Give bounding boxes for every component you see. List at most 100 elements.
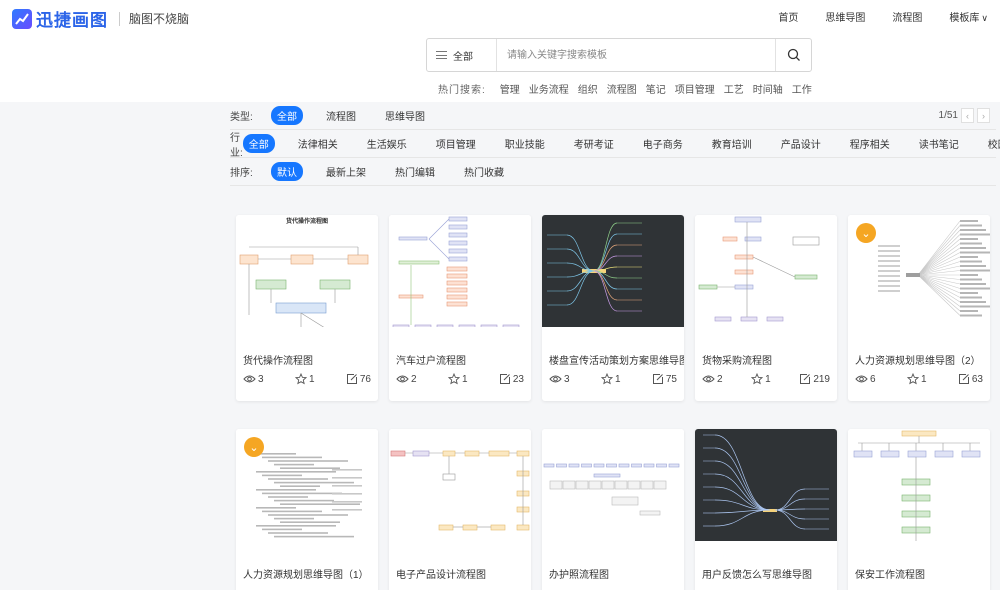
view-count-value: 6: [870, 373, 876, 385]
diagram-preview: [547, 222, 642, 312]
filter-sort-label: 排序:: [230, 168, 253, 179]
nav-home[interactable]: 首页: [778, 9, 798, 24]
diagram-preview: [543, 463, 680, 516]
template-title: 汽车过户流程图: [396, 356, 466, 367]
hot-keyword[interactable]: 项目管理: [675, 81, 715, 96]
vip-crown-icon: ⌄: [244, 437, 264, 457]
template-card[interactable]: 办护照流程图: [542, 429, 684, 590]
hot-keyword[interactable]: 管理: [500, 81, 520, 96]
hot-keyword[interactable]: 工艺: [724, 81, 744, 96]
template-card[interactable]: ⌄ 人力资源规划思维导图（2） 6 1 63: [848, 215, 990, 401]
search-icon: [787, 48, 800, 61]
view-count-value: 2: [411, 373, 417, 385]
template-thumbnail: ⌄: [236, 429, 378, 541]
hot-keyword[interactable]: 时间轴: [753, 81, 783, 96]
view-count: 3: [549, 373, 570, 385]
filter-industry-option[interactable]: 电子商务: [637, 134, 689, 153]
sort-hot-edit[interactable]: 热门编辑: [389, 162, 441, 181]
view-count-value: 2: [717, 373, 723, 385]
nav-mindmap[interactable]: 思维导图: [825, 9, 865, 24]
filter-industry-option[interactable]: 程序相关: [844, 134, 896, 153]
filter-industry-option[interactable]: 项目管理: [430, 134, 482, 153]
filter-industry-option[interactable]: 考研考证: [568, 134, 620, 153]
search-category-select[interactable]: 全部: [427, 39, 497, 71]
star-count: 1: [294, 373, 315, 385]
star-icon: [751, 373, 765, 385]
filter-type-mindmap[interactable]: 思维导图: [379, 106, 431, 125]
hot-keyword[interactable]: 工作: [792, 81, 812, 96]
eye-icon: [243, 374, 258, 384]
hot-keyword[interactable]: 流程图: [607, 81, 637, 96]
filter-industry-option[interactable]: 全部: [242, 134, 275, 153]
template-card[interactable]: 楼盘宣传活动策划方案思维导图 3 1 75: [542, 215, 684, 401]
edit-count: 219: [799, 373, 830, 385]
filter-type-label: 类型:: [230, 112, 253, 123]
sort-default[interactable]: 默认: [271, 162, 303, 181]
sort-newest[interactable]: 最新上架: [320, 162, 372, 181]
filter-industry-option[interactable]: 校园教育: [982, 134, 1000, 153]
edit-count: 63: [958, 373, 983, 385]
star-count-value: 1: [920, 373, 927, 385]
page-indicator: 1/51: [938, 110, 958, 121]
view-count-value: 3: [258, 373, 264, 385]
view-count: 2: [702, 373, 723, 385]
chevron-down-icon: ∨: [981, 13, 988, 23]
template-card[interactable]: 汽车过户流程图 2 1 23: [389, 215, 531, 401]
thumbnail-title: 货代操作流程图: [285, 219, 328, 225]
filter-industry-option[interactable]: 产品设计: [775, 134, 827, 153]
filter-industry-option[interactable]: 职业技能: [499, 134, 551, 153]
edit-icon: [652, 373, 666, 385]
next-page-button[interactable]: ›: [977, 108, 990, 123]
search-button[interactable]: [775, 39, 811, 71]
hot-keyword[interactable]: 组织: [578, 81, 598, 96]
pagination: 1/51 ‹ ›: [939, 108, 990, 123]
nav-flowchart[interactable]: 流程图: [892, 9, 922, 24]
edit-count-value: 63: [971, 373, 983, 385]
template-title: 人力资源规划思维导图（2）: [855, 356, 981, 367]
prev-page-button[interactable]: ‹: [961, 108, 974, 123]
filter-industry-label: 行业:: [230, 132, 243, 159]
template-card[interactable]: 保安工作流程图: [848, 429, 990, 590]
star-icon: [294, 373, 309, 385]
filter-industry-option[interactable]: 教育培训: [706, 134, 758, 153]
template-title: 保安工作流程图: [855, 570, 925, 581]
vip-crown-icon: ⌄: [856, 223, 876, 243]
filter-industry-row: 行业: 全部 法律相关 生活娱乐 项目管理 职业技能 考研考证 电子商务 教育培…: [230, 130, 1000, 159]
diagram-preview: [392, 216, 520, 327]
edit-icon: [499, 373, 513, 385]
template-thumbnail: [695, 429, 837, 541]
filter-type-flowchart[interactable]: 流程图: [320, 106, 362, 125]
template-stats: 3 1 75: [549, 373, 677, 385]
eye-icon: [702, 374, 717, 384]
nav-template-library[interactable]: 模板库 ∨: [949, 9, 988, 24]
template-card[interactable]: 货代操作流程图 货代操作流程图 3 1 76: [236, 215, 378, 401]
view-count: 6: [855, 373, 876, 385]
filter-industry-option[interactable]: 生活娱乐: [361, 134, 413, 153]
template-card[interactable]: 用户反馈怎么写思维导图: [695, 429, 837, 590]
diagram-preview: [703, 434, 829, 530]
edit-icon: [799, 373, 813, 385]
filter-industry-option[interactable]: 读书笔记: [913, 134, 965, 153]
edit-count-value: 76: [359, 373, 371, 385]
hot-keyword[interactable]: 业务流程: [529, 81, 569, 96]
template-stats: 2 1 219: [702, 373, 830, 385]
filter-panel: 类型: 全部 流程图 思维导图 行业: 全部 法律相关 生活娱乐 项目管理 职业…: [230, 102, 1000, 186]
hot-search-label: 热门搜索:: [438, 85, 486, 96]
view-count: 3: [243, 373, 264, 385]
logo[interactable]: 迅捷画图 脑图不烧脑: [12, 6, 189, 31]
sort-hot-fav[interactable]: 热门收藏: [458, 162, 510, 181]
template-card[interactable]: ⌄ 人力资源规划思维导图（1）: [236, 429, 378, 590]
template-title: 货物采购流程图: [702, 356, 772, 367]
view-count-value: 3: [564, 373, 570, 385]
template-card[interactable]: 货物采购流程图 2 1 219: [695, 215, 837, 401]
search-input[interactable]: [497, 39, 775, 71]
template-title: 用户反馈怎么写思维导图: [702, 570, 812, 581]
filter-industry-option[interactable]: 法律相关: [292, 134, 344, 153]
template-stats: 3 1 76: [243, 373, 371, 385]
template-title: 楼盘宣传活动策划方案思维导图: [549, 356, 684, 367]
filter-type-all[interactable]: 全部: [271, 106, 303, 125]
hot-keyword[interactable]: 笔记: [646, 81, 666, 96]
template-card[interactable]: 电子产品设计流程图: [389, 429, 531, 590]
edit-count: 75: [652, 373, 677, 385]
edit-count: 76: [346, 373, 371, 385]
